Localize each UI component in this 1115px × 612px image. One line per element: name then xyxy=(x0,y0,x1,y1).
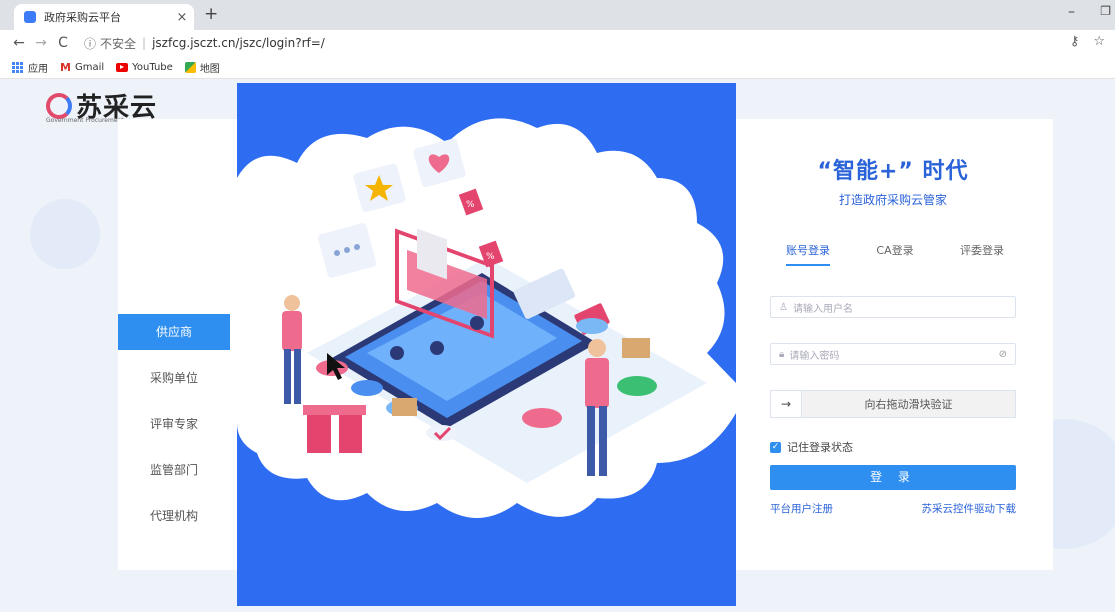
reload-icon[interactable]: C xyxy=(52,35,74,51)
bookmark-maps[interactable]: 地图 xyxy=(184,60,220,75)
url-text: jszfcg.jsczt.cn/jszc/login?rf=/ xyxy=(152,36,325,50)
address-separator: | xyxy=(142,36,147,50)
login-tabs: 账号登录 CA登录 评委登录 xyxy=(770,242,1016,266)
password-placeholder: 请输入密码 xyxy=(789,350,840,362)
remember-checkbox[interactable]: ✓ xyxy=(770,441,781,453)
logo-subtext: Government Procurement xyxy=(46,117,124,124)
logo-mark-icon xyxy=(46,92,72,119)
bookmark-star-icon[interactable]: ☆ xyxy=(1093,34,1105,49)
tab-account-login[interactable]: 账号登录 xyxy=(786,242,830,266)
minimize-window-icon[interactable]: – xyxy=(1068,4,1075,20)
nav-right-icons: ⚷ ☆ xyxy=(1070,34,1105,49)
login-links: 平台用户注册 苏采云控件驱动下载 xyxy=(770,501,1016,516)
sidebar-item-expert[interactable]: 评审专家 xyxy=(118,401,230,447)
bookmark-youtube[interactable]: YouTube xyxy=(116,62,173,73)
login-button[interactable]: 登 录 xyxy=(770,465,1016,490)
bookmarks-bar: 应用 M Gmail YouTube 地图 xyxy=(0,56,1115,79)
discount-tag-text: % xyxy=(466,200,475,210)
back-arrow-icon[interactable]: ← xyxy=(8,35,30,51)
bookmark-label: YouTube xyxy=(132,61,173,73)
slider-label: 向右拖动滑块验证 xyxy=(864,398,953,411)
slider-captcha: → 向右拖动滑块验证 xyxy=(770,390,1016,418)
browser-nav-bar: ← → C ⓘ 不安全 | jszfcg.jsczt.cn/jszc/login… xyxy=(0,30,1115,56)
eye-slash-icon[interactable]: ⊘ xyxy=(999,349,1007,360)
username-placeholder: 请输入用户名 xyxy=(792,303,853,315)
bookmark-gmail[interactable]: M Gmail xyxy=(60,61,104,74)
tab-ca-login[interactable]: CA登录 xyxy=(876,242,913,266)
shopping-illustration: % % xyxy=(237,118,736,518)
new-tab-icon[interactable]: + xyxy=(204,4,218,24)
role-sidebar: 供应商 采购单位 评审专家 监管部门 代理机构 xyxy=(118,309,230,539)
gmail-icon: M xyxy=(60,60,71,74)
browser-tab-bar: 政府采购云平台 × + – ❐ xyxy=(0,0,1115,30)
apps-icon xyxy=(12,61,23,73)
bookmark-label: 应用 xyxy=(28,63,48,75)
security-label: 不安全 xyxy=(100,36,137,51)
register-link[interactable]: 平台用户注册 xyxy=(770,501,833,516)
bookmark-apps[interactable]: 应用 xyxy=(12,60,48,75)
close-tab-icon[interactable]: × xyxy=(174,10,190,25)
password-input[interactable]: 🔒︎ 请输入密码 ⊘ xyxy=(770,343,1016,365)
info-icon[interactable]: ⓘ xyxy=(84,35,96,52)
tab-title: 政府采购云平台 xyxy=(44,11,121,24)
restore-window-icon[interactable]: ❐ xyxy=(1100,4,1111,18)
sidebar-item-agency[interactable]: 代理机构 xyxy=(118,493,230,539)
page-content: 苏采云 Government Procurement 供应商 采购单位 评审专家… xyxy=(0,79,1115,612)
sidebar-item-regulator[interactable]: 监管部门 xyxy=(118,447,230,493)
key-icon[interactable]: ⚷ xyxy=(1070,34,1080,49)
tab-judge-login[interactable]: 评委登录 xyxy=(960,242,1004,266)
remember-label: 记住登录状态 xyxy=(787,441,853,454)
youtube-icon xyxy=(116,62,129,72)
user-icon: ♙ xyxy=(779,301,788,313)
browser-tab[interactable]: 政府采购云平台 × xyxy=(14,4,194,30)
login-headline: “智能+” 时代 xyxy=(817,159,969,184)
address-bar[interactable]: ⓘ 不安全 | jszfcg.jsczt.cn/jszc/login?rf=/ xyxy=(84,33,1114,53)
driver-download-link[interactable]: 苏采云控件驱动下载 xyxy=(922,501,1017,516)
discount-tag-text: % xyxy=(486,252,495,262)
username-input[interactable]: ♙ 请输入用户名 xyxy=(770,296,1016,318)
remember-me[interactable]: ✓ 记住登录状态 xyxy=(770,439,1016,455)
slider-handle-arrow-icon[interactable]: → xyxy=(771,391,802,417)
site-favicon-icon xyxy=(24,11,36,23)
sidebar-item-supplier[interactable]: 供应商 xyxy=(118,314,230,350)
login-subline: 打造政府采购云管家 xyxy=(838,193,947,207)
decorative-circle xyxy=(30,199,100,269)
bookmark-label: 地图 xyxy=(199,63,220,75)
forward-arrow-icon[interactable]: → xyxy=(30,35,52,51)
sidebar-item-purchaser[interactable]: 采购单位 xyxy=(118,355,230,401)
hero-illustration: % % xyxy=(237,83,736,606)
maps-icon xyxy=(184,61,196,73)
bookmark-label: Gmail xyxy=(74,61,105,73)
login-panel: “智能+” 时代 打造政府采购云管家 账号登录 CA登录 评委登录 ♙ 请输入用… xyxy=(770,153,1016,516)
lock-icon: 🔒︎ xyxy=(779,348,785,360)
